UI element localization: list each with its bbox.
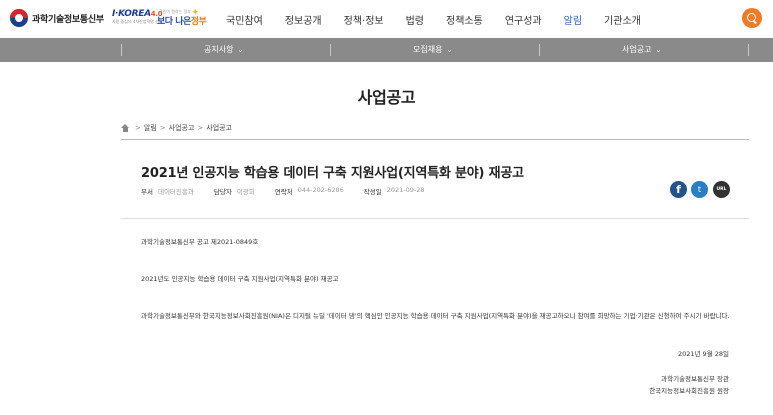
notice-subject: 2021년도 인공지능 학습용 데이터 구축 지원사업(지역특화 분야) 재공고	[141, 275, 339, 283]
i-korea-logo-subtitle: 사람 중심의 4차산업혁명 선도	[112, 19, 163, 24]
subnav-item-business[interactable]: 사업공고 ⌄	[622, 38, 661, 62]
breadcrumb-separator: >	[197, 124, 204, 132]
signer-ministry: 과학기술정보통신부 장관	[661, 375, 729, 383]
subnav-divider	[330, 44, 331, 56]
breadcrumb-divider	[121, 139, 749, 140]
article-meta: 부서 데이터진흥과 담당자 이광희 연락처 044-202-6286 작성일 2…	[141, 186, 445, 196]
dept-label: 부서	[141, 188, 153, 196]
facebook-share-button[interactable]: f	[670, 181, 687, 198]
notice-number: 과학기술정보통신부 공고 제2021-0849호	[141, 238, 259, 246]
nav-item-disclosure[interactable]: 정보공개	[285, 12, 322, 27]
subnav-divider	[539, 44, 540, 56]
subnav-item-recruit[interactable]: 모집채용 ⌄	[413, 38, 452, 62]
breadcrumb-item[interactable]: 알림	[144, 123, 157, 133]
subnav-item-notices[interactable]: 공지사항 ⌄	[204, 38, 243, 62]
subnav-divider	[121, 44, 122, 56]
phone-value: 044-202-6286	[297, 186, 344, 194]
date-value: 2021-09-28	[386, 186, 425, 194]
nav-item-participation[interactable]: 국민참여	[226, 12, 263, 27]
facebook-icon: f	[676, 183, 681, 196]
nav-item-law[interactable]: 법령	[406, 12, 424, 27]
signer-nia: 한국지능정보사회진흥원 원장	[649, 387, 729, 395]
nav-item-policy-comm[interactable]: 정책소통	[446, 12, 483, 27]
twitter-share-button[interactable]: t	[691, 181, 708, 198]
ministry-name: 과학기술정보통신부	[32, 14, 104, 25]
subnav-item-label: 공지사항	[204, 45, 234, 54]
article-divider	[121, 218, 749, 219]
breadcrumb-separator: >	[159, 124, 166, 132]
page-title: 사업공고	[357, 88, 416, 107]
policy-logo-prefix: 보다 나은	[157, 17, 191, 27]
phone-label: 연락처	[274, 188, 293, 196]
breadcrumb-item[interactable]: 사업공고	[169, 123, 195, 133]
search-button[interactable]	[742, 8, 762, 28]
breadcrumb: > 알림 > 사업공고 > 사업공고	[121, 123, 232, 133]
nav-item-research[interactable]: 연구성과	[505, 12, 542, 27]
subnav-item-label: 사업공고	[622, 45, 652, 54]
copy-url-button[interactable]: URL	[713, 181, 730, 198]
star-icon: ✦	[191, 8, 199, 18]
main-nav: 국민참여 정보공개 정책·정보 법령 정책소통 연구성과 알림 기관소개	[226, 0, 641, 38]
date-label: 작성일	[363, 188, 382, 196]
nav-item-policy-info[interactable]: 정책·정보	[344, 12, 384, 27]
dept-value: 데이터진흥과	[157, 188, 194, 196]
subnav-item-label: 모집채용	[413, 45, 443, 54]
i-korea-logo: I·KOREA4.0 사람 중심의 4차산업혁명 선도	[112, 10, 163, 24]
chevron-down-icon: ⌄	[237, 46, 244, 54]
ministry-logo[interactable]: 과학기술정보통신부	[10, 9, 104, 27]
manager-value: 이광희	[236, 188, 255, 196]
breadcrumb-item[interactable]: 사업공고	[206, 123, 232, 133]
notice-date: 2021년 9월 28일	[677, 350, 729, 358]
breadcrumb-separator: >	[135, 124, 141, 132]
nav-item-notice[interactable]: 알림	[564, 12, 582, 27]
twitter-icon: t	[697, 185, 702, 194]
i-korea-logo-text: I·KOREA	[112, 9, 151, 19]
chevron-down-icon: ⌄	[655, 46, 662, 54]
sub-nav: 공지사항 ⌄ 모집채용 ⌄ 사업공고 ⌄	[0, 38, 773, 62]
notice-paragraph: 과학기술정보통신부와 한국지능정보사회진흥원(NIA)은 디지털 뉴딜 '데이터…	[141, 312, 730, 320]
url-icon: URL	[716, 187, 727, 192]
policy-logo-main: 정부	[190, 17, 207, 27]
top-header: 과학기술정보통신부 I·KOREA4.0 사람 중심의 4차산업혁명 선도 국민…	[0, 0, 773, 38]
manager-label: 담당자	[213, 188, 232, 196]
better-government-logo: 국민이 원하는 정부 보다 나은정부 ✦	[157, 8, 207, 28]
chevron-down-icon: ⌄	[446, 46, 453, 54]
home-icon[interactable]	[121, 124, 129, 132]
nav-item-about[interactable]: 기관소개	[604, 12, 641, 27]
subnav-divider	[748, 44, 749, 56]
article-title: 2021년 인공지능 학습용 데이터 구축 지원사업(지역특화 분야) 재공고	[141, 166, 524, 181]
ministry-emblem-icon	[10, 9, 28, 27]
